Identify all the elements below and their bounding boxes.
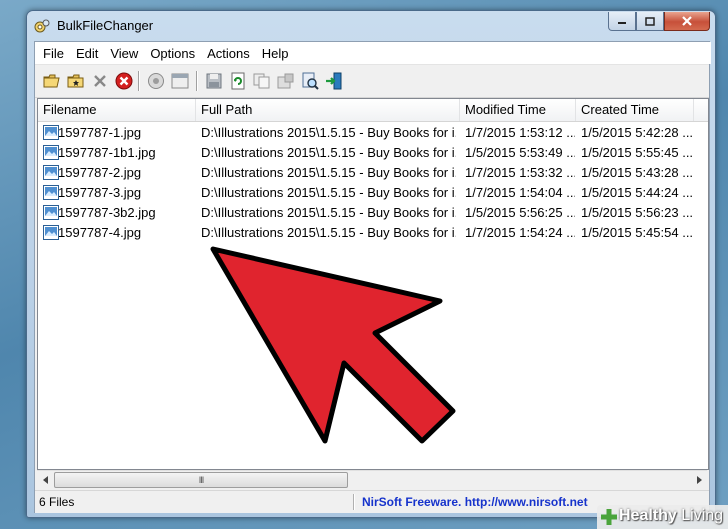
- html-report-button[interactable]: [276, 71, 296, 91]
- watermark-brand-strong: Healthy: [619, 507, 677, 524]
- minimize-button[interactable]: [608, 12, 636, 31]
- scrollbar-grip: III: [198, 475, 204, 485]
- scroll-left-button[interactable]: [37, 471, 54, 488]
- file-count: 6 Files: [39, 495, 75, 509]
- scroll-right-icon: [696, 475, 702, 484]
- toolbar: [35, 64, 709, 98]
- table-row[interactable]: 1597787-3b2.jpg D:\Illustrations 2015\1.…: [38, 203, 708, 223]
- maximize-button[interactable]: [636, 12, 664, 31]
- close-icon: [682, 16, 692, 26]
- created-cell: 1/5/2015 5:56:23 ...: [581, 205, 694, 220]
- table-row[interactable]: 1597787-3.jpg D:\Illustrations 2015\1.5.…: [38, 183, 708, 203]
- image-file-icon: [43, 145, 59, 160]
- column-header-filename[interactable]: Filename: [38, 99, 196, 121]
- copy-icon: [253, 73, 270, 89]
- filename-cell: 1597787-2.jpg: [58, 165, 142, 180]
- menu-edit[interactable]: Edit: [70, 46, 104, 61]
- created-cell: 1/5/2015 5:55:45 ...: [581, 145, 694, 160]
- app-window: BulkFileChanger File Edit View Options A…: [26, 10, 716, 518]
- menu-view[interactable]: View: [104, 46, 144, 61]
- open-folder-button[interactable]: [42, 71, 62, 91]
- open-folder-icon: [43, 74, 60, 88]
- window-button[interactable]: [170, 71, 190, 91]
- clear-all-icon: [115, 72, 133, 90]
- table-row[interactable]: 1597787-2.jpg D:\Illustrations 2015\1.5.…: [38, 163, 708, 183]
- modified-cell: 1/7/2015 1:53:12 ...: [465, 125, 575, 140]
- add-files-icon: [67, 74, 84, 88]
- exit-icon: [326, 72, 342, 90]
- image-file-icon: [43, 225, 59, 240]
- window-title: BulkFileChanger: [57, 18, 154, 33]
- properties-button[interactable]: [146, 71, 166, 91]
- properties-html-icon: [277, 73, 294, 89]
- gear-cluster-icon: [34, 19, 50, 33]
- watermark-text: Healthy Living: [619, 507, 723, 525]
- menu-file[interactable]: File: [37, 46, 70, 61]
- path-cell: D:\Illustrations 2015\1.5.15 - Buy Books…: [201, 225, 456, 240]
- menu-help[interactable]: Help: [256, 46, 295, 61]
- column-header-full-path[interactable]: Full Path: [196, 99, 460, 121]
- image-file-icon: [43, 185, 59, 200]
- menu-bar: File Edit View Options Actions Help: [35, 42, 711, 64]
- file-list[interactable]: Filename Full Path Modified Time Created…: [37, 98, 709, 470]
- path-cell: D:\Illustrations 2015\1.5.15 - Buy Books…: [201, 185, 456, 200]
- table-row[interactable]: 1597787-4.jpg D:\Illustrations 2015\1.5.…: [38, 223, 708, 243]
- path-cell: D:\Illustrations 2015\1.5.15 - Buy Books…: [201, 145, 456, 160]
- window-icon: [171, 73, 189, 89]
- column-header-created-time[interactable]: Created Time: [576, 99, 694, 121]
- filename-cell: 1597787-4.jpg: [58, 225, 142, 240]
- column-header-modified-time[interactable]: Modified Time: [460, 99, 576, 121]
- filename-cell: 1597787-1.jpg: [58, 125, 142, 140]
- plus-cross-icon: [601, 509, 617, 525]
- properties-icon: [148, 73, 164, 89]
- scroll-right-button[interactable]: [690, 471, 707, 488]
- modified-cell: 1/7/2015 1:53:32 ...: [465, 165, 575, 180]
- add-files-button[interactable]: [66, 71, 86, 91]
- image-file-icon: [43, 205, 59, 220]
- refresh-button[interactable]: [228, 71, 248, 91]
- clear-all-button[interactable]: [114, 71, 134, 91]
- remove-cross-icon: [94, 75, 106, 87]
- title-bar[interactable]: BulkFileChanger: [27, 11, 715, 41]
- filename-cell: 1597787-3b2.jpg: [58, 205, 156, 220]
- maximize-icon: [645, 16, 655, 26]
- path-cell: D:\Illustrations 2015\1.5.15 - Buy Books…: [201, 165, 456, 180]
- path-cell: D:\Illustrations 2015\1.5.15 - Buy Books…: [201, 125, 456, 140]
- filename-cell: 1597787-3.jpg: [58, 185, 142, 200]
- minimize-icon: [618, 22, 626, 24]
- close-button[interactable]: [664, 12, 710, 31]
- menu-options[interactable]: Options: [144, 46, 201, 61]
- modified-cell: 1/5/2015 5:53:49 ...: [465, 145, 575, 160]
- created-cell: 1/5/2015 5:44:24 ...: [581, 185, 694, 200]
- search-file-icon: [302, 72, 319, 90]
- created-cell: 1/5/2015 5:45:54 ...: [581, 225, 694, 240]
- created-cell: 1/5/2015 5:42:28 ...: [581, 125, 694, 140]
- healthy-living-watermark: Healthy Living: [597, 505, 728, 529]
- modified-cell: 1/7/2015 1:54:24 ...: [465, 225, 575, 240]
- modified-cell: 1/7/2015 1:54:04 ...: [465, 185, 575, 200]
- modified-cell: 1/5/2015 5:56:25 ...: [465, 205, 575, 220]
- image-file-icon: [43, 125, 59, 140]
- scroll-left-icon: [42, 475, 48, 484]
- remove-button[interactable]: [90, 71, 110, 91]
- nirsoft-link[interactable]: NirSoft Freeware. http://www.nirsoft.net: [362, 491, 588, 513]
- refresh-icon: [231, 72, 245, 90]
- save-button[interactable]: [204, 71, 224, 91]
- scrollbar-thumb[interactable]: III: [54, 472, 348, 488]
- client-area: File Edit View Options Actions Help File…: [34, 41, 711, 513]
- image-file-icon: [43, 165, 59, 180]
- table-row[interactable]: 1597787-1.jpg D:\Illustrations 2015\1.5.…: [38, 123, 708, 143]
- search-file-button[interactable]: [300, 71, 320, 91]
- watermark-brand-light: Living: [676, 507, 724, 524]
- menu-actions[interactable]: Actions: [201, 46, 256, 61]
- table-row[interactable]: 1597787-1b1.jpg D:\Illustrations 2015\1.…: [38, 143, 708, 163]
- copy-button[interactable]: [252, 71, 272, 91]
- horizontal-scrollbar[interactable]: III: [37, 470, 707, 488]
- list-header: Filename Full Path Modified Time Created…: [38, 99, 708, 122]
- save-icon: [206, 73, 222, 89]
- path-cell: D:\Illustrations 2015\1.5.15 - Buy Books…: [201, 205, 456, 220]
- filename-cell: 1597787-1b1.jpg: [58, 145, 156, 160]
- exit-button[interactable]: [324, 71, 344, 91]
- created-cell: 1/5/2015 5:43:28 ...: [581, 165, 694, 180]
